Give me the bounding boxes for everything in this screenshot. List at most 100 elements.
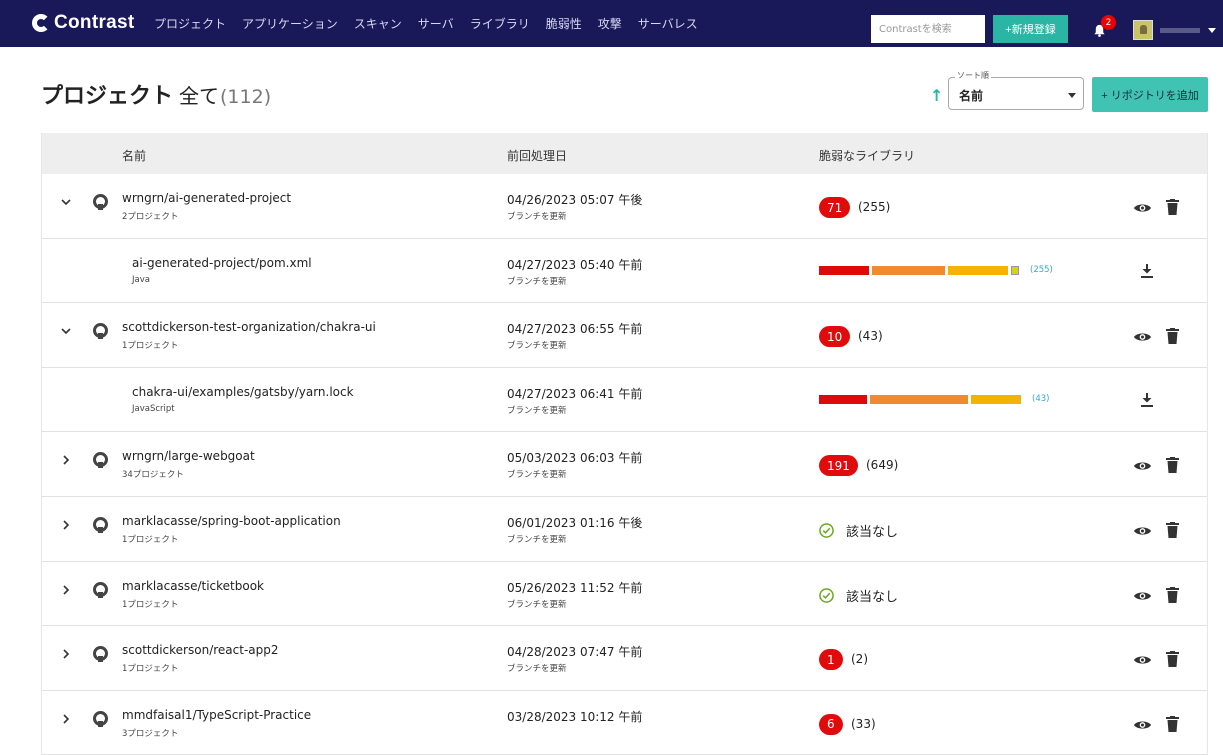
caret-down-icon[interactable]	[1068, 93, 1076, 98]
severity-bar-segment	[819, 394, 867, 404]
last-processed-date: 04/27/2023 06:41 午前	[507, 386, 643, 401]
add-repository-button[interactable]: + リポジトリを追加	[1092, 77, 1208, 112]
github-icon	[93, 710, 108, 727]
library-total: (255)	[858, 200, 891, 214]
nav-item[interactable]: 脆弱性	[546, 15, 582, 32]
eye-icon[interactable]	[1133, 590, 1152, 602]
eye-icon[interactable]	[1133, 654, 1152, 666]
repository-name[interactable]: chakra-ui/examples/gatsby/yarn.lock	[132, 385, 354, 399]
project-subtitle: 34プロジェクト	[122, 470, 184, 481]
sort-label: ソート順	[955, 70, 991, 81]
github-icon	[93, 581, 108, 598]
project-subtitle: 1プロジェクト	[122, 534, 179, 545]
update-branch-link[interactable]: ブランチを更新	[507, 404, 567, 416]
chevron-down-icon[interactable]	[1208, 28, 1216, 33]
user-name[interactable]	[1160, 28, 1200, 33]
column-header-vulnerable-libraries[interactable]: 脆弱なライブラリ	[819, 147, 915, 164]
logo-text: Contrast	[54, 12, 135, 33]
sort-value: 名前	[959, 89, 984, 103]
table-row-repository[interactable]: scottdickerson-test-organization/chakra-…	[42, 303, 1207, 368]
update-branch-link[interactable]: ブランチを更新	[507, 468, 567, 480]
column-header-last-processed[interactable]: 前回処理日	[507, 147, 567, 164]
repository-name[interactable]: scottdickerson-test-organization/chakra-…	[122, 320, 376, 334]
library-total: (43)	[858, 329, 883, 344]
project-subtitle: 1プロジェクト	[122, 341, 179, 352]
repository-name[interactable]: mmdfaisal1/TypeScript-Practice	[122, 708, 311, 722]
github-icon	[93, 323, 108, 340]
repository-name[interactable]: marklacasse/ticketbook	[122, 579, 264, 593]
project-subtitle: 1プロジェクト	[122, 664, 179, 675]
trash-icon[interactable]	[1166, 457, 1179, 474]
table-row-project[interactable]: ai-generated-project/pom.xml Java 04/27/20…	[42, 238, 1207, 304]
chevron-right-icon[interactable]	[60, 584, 72, 596]
repository-name[interactable]: wrngrn/ai-generated-project	[122, 191, 291, 205]
trash-icon[interactable]	[1166, 328, 1179, 345]
table-row-repository[interactable]: scottdickerson/react-app2 1プロジェクト 04/28/20…	[42, 626, 1207, 691]
repository-name[interactable]: scottdickerson/react-app2	[122, 643, 279, 657]
no-vulnerabilities-text: 該当なし	[846, 524, 899, 540]
nav-item[interactable]: スキャン	[354, 15, 402, 32]
chevron-right-icon[interactable]	[60, 454, 72, 466]
notification-badge: 2	[1101, 15, 1116, 30]
check-circle-icon	[819, 523, 834, 538]
sort-direction-icon[interactable]: ↑	[930, 86, 943, 105]
contrast-logo[interactable]: Contrast	[32, 10, 135, 36]
eye-icon[interactable]	[1133, 202, 1152, 214]
table-row-project[interactable]: chakra-ui/examples/gatsby/yarn.lock JavaS…	[42, 367, 1207, 433]
trash-icon[interactable]	[1166, 521, 1179, 538]
last-processed-date: 04/27/2023 06:55 午前	[507, 322, 643, 337]
no-vulnerabilities: 該当なし	[819, 521, 898, 540]
download-icon[interactable]	[1141, 392, 1153, 407]
trash-icon[interactable]	[1166, 651, 1179, 668]
download-icon[interactable]	[1141, 263, 1153, 278]
nav-item[interactable]: サーバレス	[638, 15, 698, 32]
library-total: (649)	[866, 458, 899, 473]
chevron-right-icon[interactable]	[60, 519, 72, 531]
nav-item[interactable]: ライブラリ	[470, 15, 530, 32]
update-branch-link[interactable]: ブランチを更新	[507, 533, 567, 545]
chevron-down-icon[interactable]	[60, 325, 72, 337]
nav-item[interactable]: プロジェクト	[154, 15, 226, 32]
repository-name[interactable]: ai-generated-project/pom.xml	[132, 256, 312, 270]
eye-icon[interactable]	[1133, 525, 1152, 537]
search-input[interactable]	[871, 15, 985, 43]
trash-icon[interactable]	[1166, 199, 1179, 215]
eye-icon[interactable]	[1133, 460, 1152, 472]
repository-name[interactable]: wrngrn/large-webgoat	[122, 449, 255, 463]
repository-name[interactable]: marklacasse/spring-boot-application	[122, 514, 341, 528]
table-row-repository[interactable]: wrngrn/ai-generated-project 2プロジェクト 04/26/…	[42, 174, 1207, 239]
table-row-repository[interactable]: wrngrn/large-webgoat 34プロジェクト 05/03/2023 0…	[42, 432, 1207, 497]
new-register-button[interactable]: +新規登録	[993, 15, 1068, 43]
update-branch-link[interactable]: ブランチを更新	[507, 275, 567, 287]
title-filter: 全て	[179, 84, 220, 108]
table-row-repository[interactable]: marklacasse/spring-boot-application 1プロジェ…	[42, 496, 1207, 562]
page-title-text: プロジェクト	[41, 84, 174, 109]
nav-item[interactable]: 攻撃	[598, 15, 622, 32]
update-branch-link[interactable]: ブランチを更新	[507, 598, 567, 610]
chevron-down-icon[interactable]	[60, 196, 72, 208]
projects-table: 名前 前回処理日 脆弱なライブラリ wrngrn/ai-generated-pr…	[41, 133, 1208, 755]
table-row-repository[interactable]: mmdfaisal1/TypeScript-Practice 3プロジェクト 03/…	[42, 690, 1207, 755]
severity-bar-segment	[971, 394, 1021, 404]
update-branch-link[interactable]: ブランチを更新	[507, 662, 567, 674]
library-total: (2)	[851, 652, 868, 667]
nav-item[interactable]: サーバ	[418, 15, 454, 32]
project-subtitle: 2プロジェクト	[122, 212, 179, 222]
chevron-right-icon[interactable]	[60, 648, 72, 660]
vulnerable-count-badge: 10	[819, 326, 851, 348]
trash-icon[interactable]	[1166, 586, 1179, 603]
update-branch-link[interactable]: ブランチを更新	[507, 210, 567, 222]
trash-icon[interactable]	[1166, 715, 1179, 732]
library-total: (33)	[851, 716, 876, 731]
column-header-name[interactable]: 名前	[122, 147, 146, 164]
check-circle-icon	[819, 587, 834, 603]
table-row-repository[interactable]: marklacasse/ticketbook 1プロジェクト 05/26/2023 …	[42, 561, 1207, 627]
severity-bar-segment	[872, 265, 945, 275]
eye-icon[interactable]	[1133, 331, 1152, 343]
avatar[interactable]	[1133, 20, 1153, 40]
chevron-right-icon[interactable]	[60, 713, 72, 725]
eye-icon[interactable]	[1133, 719, 1152, 731]
nav-item[interactable]: アプリケーション	[242, 15, 338, 32]
no-vulnerabilities-text: 該当なし	[846, 589, 899, 605]
update-branch-link[interactable]: ブランチを更新	[507, 339, 567, 351]
